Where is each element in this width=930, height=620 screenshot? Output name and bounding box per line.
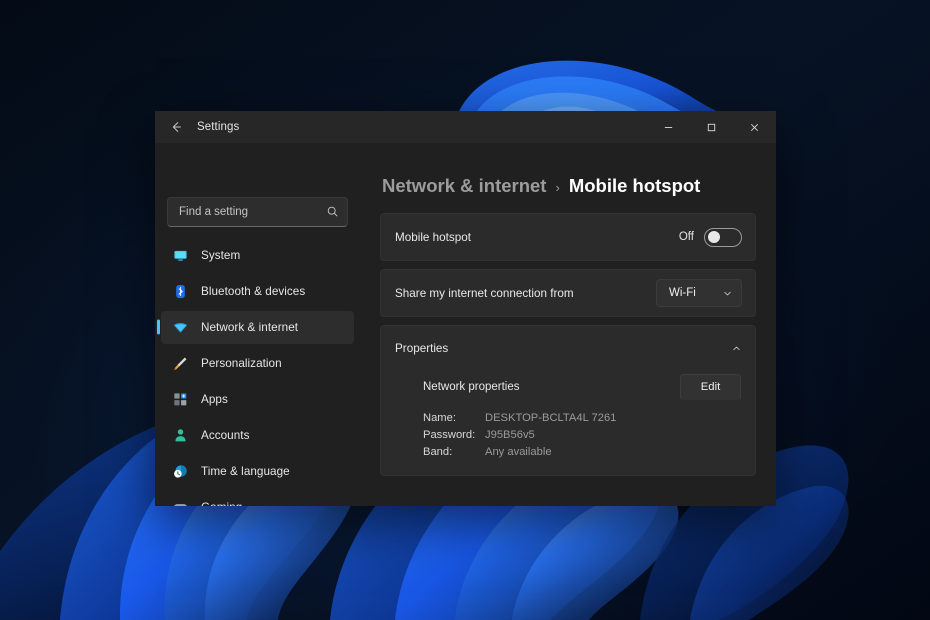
bluetooth-icon	[172, 283, 188, 299]
property-key: Password:	[423, 429, 476, 441]
share-connection-dropdown[interactable]: Wi-Fi	[656, 279, 742, 307]
close-button[interactable]	[733, 111, 776, 143]
monitor-icon	[172, 247, 188, 263]
toggle-knob	[708, 231, 720, 243]
maximize-icon	[707, 123, 716, 131]
property-row-password: Password: J95B56v5	[423, 427, 741, 443]
share-connection-row: Share my internet connection from Wi-Fi	[381, 270, 755, 316]
property-row-band: Band: Any available	[423, 444, 741, 460]
paintbrush-icon	[172, 355, 188, 371]
network-properties-row: Network properties Edit	[423, 370, 741, 404]
breadcrumb-separator: ›	[555, 180, 560, 195]
mobile-hotspot-row: Mobile hotspot Off	[381, 214, 755, 260]
desktop: Settings Find a setting System Bluetooth…	[0, 0, 930, 620]
share-connection-value: Wi-Fi	[669, 287, 696, 299]
chevron-up-icon[interactable]	[731, 343, 742, 354]
maximize-button[interactable]	[690, 111, 733, 143]
mobile-hotspot-toggle-group: Off	[678, 227, 742, 247]
sidebar-item-personalization[interactable]: Personalization	[161, 347, 354, 380]
person-icon	[172, 427, 188, 443]
sidebar-item-accounts[interactable]: Accounts	[161, 419, 354, 452]
minimize-button[interactable]	[647, 111, 690, 143]
mobile-hotspot-toggle[interactable]	[704, 227, 742, 247]
properties-expander-header[interactable]: Properties	[381, 326, 755, 370]
window-controls	[647, 111, 776, 143]
wifi-icon	[172, 319, 188, 335]
search-input[interactable]: Find a setting	[167, 196, 348, 227]
minimize-icon	[664, 126, 673, 128]
clock-globe-icon	[172, 463, 188, 479]
sidebar-item-label: Personalization	[201, 356, 282, 370]
window-body: Find a setting System Bluetooth & device…	[155, 143, 776, 506]
sidebar-item-gaming[interactable]: Gaming	[161, 491, 354, 506]
edit-button[interactable]: Edit	[680, 373, 741, 401]
page-title: Mobile hotspot	[568, 175, 701, 196]
sidebar-item-label: System	[201, 248, 241, 262]
properties-card: Properties Network properties Edit Name:…	[380, 325, 756, 476]
sidebar-item-bluetooth-devices[interactable]: Bluetooth & devices	[161, 275, 354, 308]
search-icon	[326, 205, 339, 218]
breadcrumb-parent[interactable]: Network & internet	[382, 175, 546, 197]
properties-title: Properties	[395, 341, 449, 355]
arrow-left-icon	[172, 122, 181, 132]
property-row-name: Name: DESKTOP-BCLTA4L 7261	[423, 410, 741, 426]
sidebar-item-label: Network & internet	[201, 320, 299, 334]
property-key: Band:	[423, 446, 453, 458]
sidebar-item-system[interactable]: System	[161, 239, 354, 272]
sidebar-item-label: Apps	[201, 392, 228, 406]
share-connection-card: Share my internet connection from Wi-Fi	[380, 269, 756, 317]
sidebar-item-time-language[interactable]: Time & language	[161, 455, 354, 488]
settings-window: Settings Find a setting System Bluetooth…	[155, 111, 776, 506]
sidebar-item-label: Time & language	[201, 464, 290, 478]
property-value: Any available	[485, 446, 552, 458]
search-container: Find a setting	[167, 196, 348, 227]
sidebar-item-label: Accounts	[201, 428, 250, 442]
mobile-hotspot-label: Mobile hotspot	[395, 230, 472, 244]
sidebar-item-apps[interactable]: Apps	[161, 383, 354, 416]
chevron-down-icon	[722, 288, 733, 299]
search-placeholder: Find a setting	[179, 205, 249, 218]
breadcrumb: Network & internet › Mobile hotspot	[380, 175, 756, 197]
mobile-hotspot-card: Mobile hotspot Off	[380, 213, 756, 261]
mobile-hotspot-state: Off	[678, 231, 694, 243]
share-connection-label: Share my internet connection from	[395, 286, 574, 300]
sidebar-account-area	[155, 143, 360, 197]
properties-content: Network properties Edit Name: DESKTOP-BC…	[381, 370, 755, 475]
back-button[interactable]	[161, 112, 191, 142]
property-key: Name:	[423, 412, 456, 424]
sidebar: Find a setting System Bluetooth & device…	[155, 143, 360, 506]
sidebar-item-label: Bluetooth & devices	[201, 284, 306, 298]
network-properties-label: Network properties	[423, 381, 520, 393]
gamepad-icon	[172, 499, 188, 506]
sidebar-item-label: Gaming	[201, 501, 242, 506]
property-value: DESKTOP-BCLTA4L 7261	[485, 412, 617, 424]
property-value: J95B56v5	[485, 429, 535, 441]
main-content: Network & internet › Mobile hotspot Mobi…	[360, 143, 776, 506]
sidebar-nav: System Bluetooth & devices Network & int…	[155, 239, 360, 506]
window-titlebar[interactable]: Settings	[155, 111, 776, 143]
window-title: Settings	[197, 121, 240, 133]
close-icon	[750, 123, 759, 131]
apps-grid-icon	[172, 391, 188, 407]
sidebar-item-network-internet[interactable]: Network & internet	[161, 310, 354, 344]
